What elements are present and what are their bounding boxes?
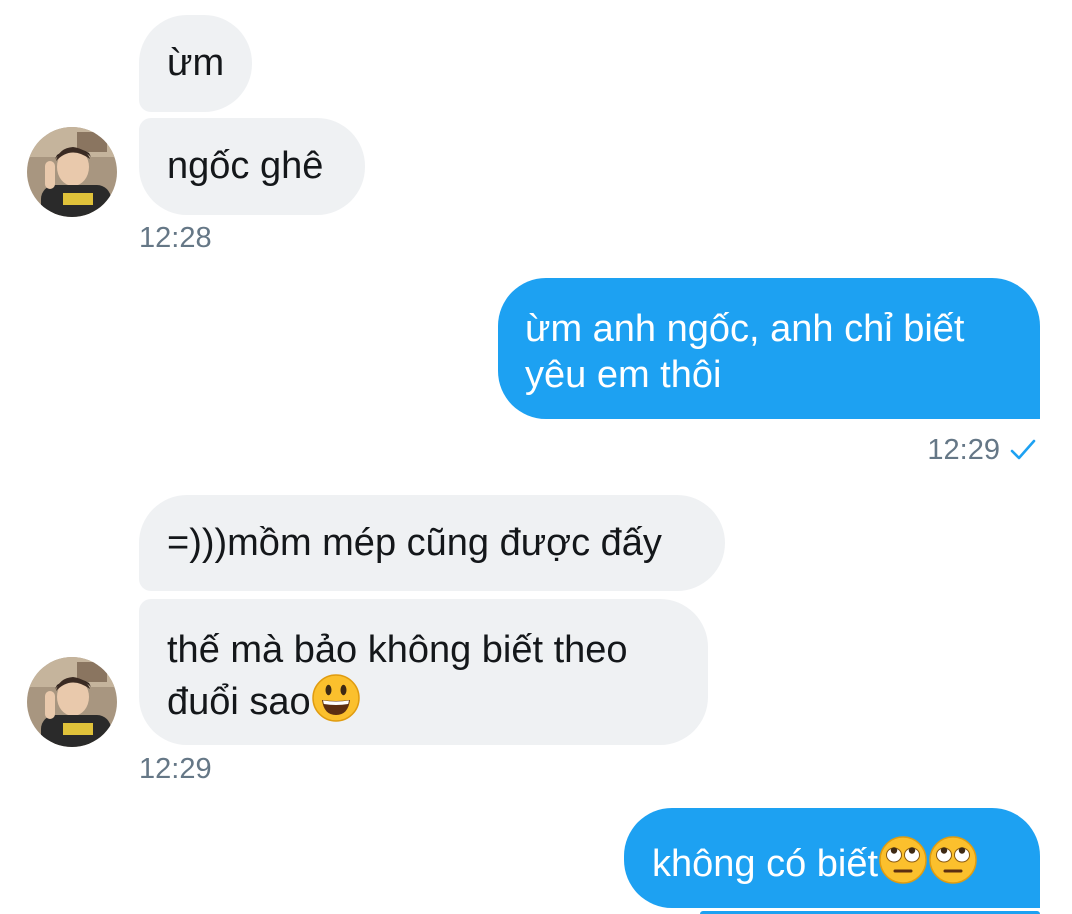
incoming-message-bubble[interactable]: =)))mồm mép cũng được đấy bbox=[139, 495, 725, 591]
message-text: =)))mồm mép cũng được đấy bbox=[167, 522, 662, 564]
incoming-message-bubble[interactable]: ừm bbox=[139, 15, 252, 112]
grinning-face-emoji bbox=[311, 674, 360, 722]
outgoing-message-bubble[interactable]: ừm anh ngốc, anh chỉ biết yêu em thôi bbox=[498, 278, 1040, 419]
conversation-thread: ừm ngốc ghê 12:28 ừm anh ngốc, anh chỉ b… bbox=[0, 0, 1072, 914]
message-text-line: ừm anh ngốc, anh chỉ biết bbox=[525, 308, 965, 350]
face-with-rolling-eyes-emoji bbox=[929, 836, 977, 884]
contact-avatar[interactable] bbox=[27, 127, 117, 217]
message-text: ừm bbox=[167, 42, 225, 84]
face-with-rolling-eyes-emoji bbox=[879, 836, 927, 884]
message-text: không có biết bbox=[652, 843, 879, 885]
timestamp-text: 12:29 bbox=[927, 434, 1000, 466]
contact-avatar[interactable] bbox=[27, 657, 117, 747]
message-text: đuổi sao bbox=[167, 681, 311, 723]
avatar-photo bbox=[27, 127, 117, 217]
message-timestamp: 12:28 bbox=[139, 222, 212, 254]
message-timestamp: 12:29 bbox=[927, 434, 1036, 467]
message-text-line: đuổi sao bbox=[167, 673, 708, 725]
message-text-line: yêu em thôi bbox=[525, 354, 722, 396]
avatar-photo bbox=[27, 657, 117, 747]
incoming-message-bubble[interactable]: ngốc ghê bbox=[139, 118, 365, 215]
incoming-message-bubble[interactable]: thế mà bảo không biết theo đuổi sao bbox=[139, 599, 708, 745]
check-icon bbox=[1010, 439, 1036, 460]
message-text-line: thế mà bảo không biết theo bbox=[167, 629, 628, 671]
message-text: ngốc ghê bbox=[167, 145, 324, 187]
message-timestamp: 12:29 bbox=[139, 753, 212, 785]
outgoing-message-bubble[interactable]: không có biết bbox=[624, 808, 1040, 908]
